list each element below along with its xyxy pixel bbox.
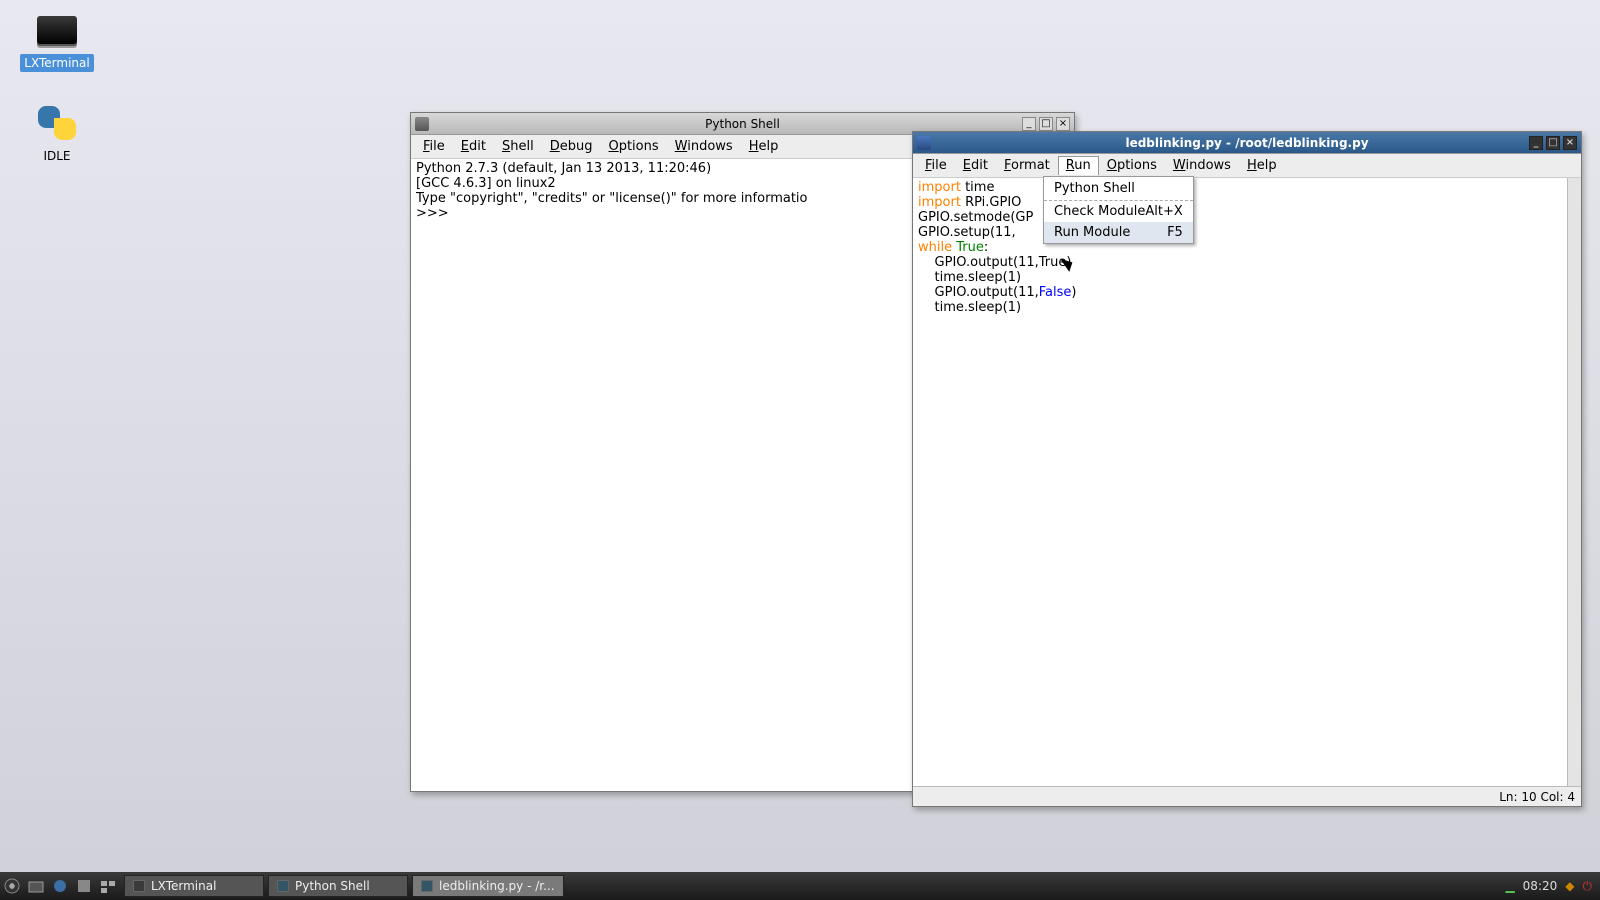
taskbar-item-editor[interactable]: ledblinking.py - /r... xyxy=(412,875,564,897)
window-editor: ledblinking.py - /root/ledblinking.py _ … xyxy=(912,131,1582,807)
menu-shell[interactable]: Shell xyxy=(494,137,542,156)
taskbar: LXTerminal Python Shell ledblinking.py -… xyxy=(0,872,1600,900)
menu-format[interactable]: Format xyxy=(996,156,1058,175)
cursor-position: Ln: 10 Col: 4 xyxy=(1499,790,1575,804)
maximize-button[interactable]: □ xyxy=(1039,117,1053,131)
menu-file[interactable]: File xyxy=(917,156,955,175)
run-menu-dropdown: Python Shell Check Module Alt+X Run Modu… xyxy=(1043,176,1194,244)
lock-icon[interactable]: ◆ xyxy=(1565,879,1574,893)
clock[interactable]: 08:20 xyxy=(1523,879,1558,893)
run-menu-check-module[interactable]: Check Module Alt+X xyxy=(1044,201,1193,222)
terminal-monitor-icon xyxy=(33,12,81,48)
start-menu-button[interactable] xyxy=(2,876,22,896)
editor-icon xyxy=(421,880,433,892)
menu-edit[interactable]: Edit xyxy=(955,156,996,175)
statusbar: Ln: 10 Col: 4 xyxy=(913,786,1581,806)
window-title: ledblinking.py - /root/ledblinking.py xyxy=(1125,136,1368,150)
python-icon xyxy=(33,105,81,141)
window-list-icon[interactable] xyxy=(98,876,118,896)
menu-windows[interactable]: Windows xyxy=(667,137,741,156)
minimize-button[interactable]: _ xyxy=(1529,136,1543,150)
terminal-icon xyxy=(133,880,145,892)
editor-content[interactable]: import time import RPi.GPIO GPIO.setmode… xyxy=(913,178,1581,786)
window-title: Python Shell xyxy=(705,117,780,131)
window-icon xyxy=(917,136,931,150)
run-menu-python-shell[interactable]: Python Shell xyxy=(1044,177,1193,201)
shutdown-icon[interactable]: ⏻ xyxy=(1583,879,1593,894)
desktop-icon-label: LXTerminal xyxy=(20,54,93,72)
menu-help[interactable]: Help xyxy=(1239,156,1285,175)
menu-edit[interactable]: Edit xyxy=(453,137,494,156)
taskbar-item-lxterminal[interactable]: LXTerminal xyxy=(124,875,264,897)
menu-options[interactable]: Options xyxy=(1099,156,1165,175)
minimize-button[interactable]: _ xyxy=(1022,117,1036,131)
desktop-icon-lxterminal[interactable]: LXTerminal xyxy=(12,12,102,72)
cpu-monitor-icon[interactable]: ▁ xyxy=(1505,879,1514,893)
close-button[interactable]: × xyxy=(1563,136,1577,150)
system-tray: ▁ 08:20 ◆ ⏻ xyxy=(1505,879,1600,894)
run-menu-run-module[interactable]: Run Module F5 xyxy=(1044,222,1193,243)
menu-windows[interactable]: Windows xyxy=(1165,156,1239,175)
accelerator: F5 xyxy=(1167,225,1183,240)
menubar: File Edit Format Run Options Windows Hel… xyxy=(913,154,1581,178)
accelerator: Alt+X xyxy=(1145,204,1182,219)
desktop-icon-label: IDLE xyxy=(39,147,74,165)
menu-options[interactable]: Options xyxy=(600,137,666,156)
scrollbar-vertical[interactable] xyxy=(1567,178,1581,786)
window-icon xyxy=(415,117,429,131)
maximize-button[interactable]: □ xyxy=(1546,136,1560,150)
show-desktop-icon[interactable] xyxy=(74,876,94,896)
menu-help[interactable]: Help xyxy=(741,137,787,156)
python-shell-icon xyxy=(277,880,289,892)
file-manager-icon[interactable] xyxy=(26,876,46,896)
close-button[interactable]: × xyxy=(1056,117,1070,131)
menu-file[interactable]: File xyxy=(415,137,453,156)
desktop-icon-idle[interactable]: IDLE xyxy=(12,105,102,165)
menu-debug[interactable]: Debug xyxy=(542,137,601,156)
taskbar-item-python-shell[interactable]: Python Shell xyxy=(268,875,408,897)
browser-icon[interactable] xyxy=(50,876,70,896)
titlebar[interactable]: ledblinking.py - /root/ledblinking.py _ … xyxy=(913,132,1581,154)
menu-run[interactable]: Run xyxy=(1058,156,1099,175)
